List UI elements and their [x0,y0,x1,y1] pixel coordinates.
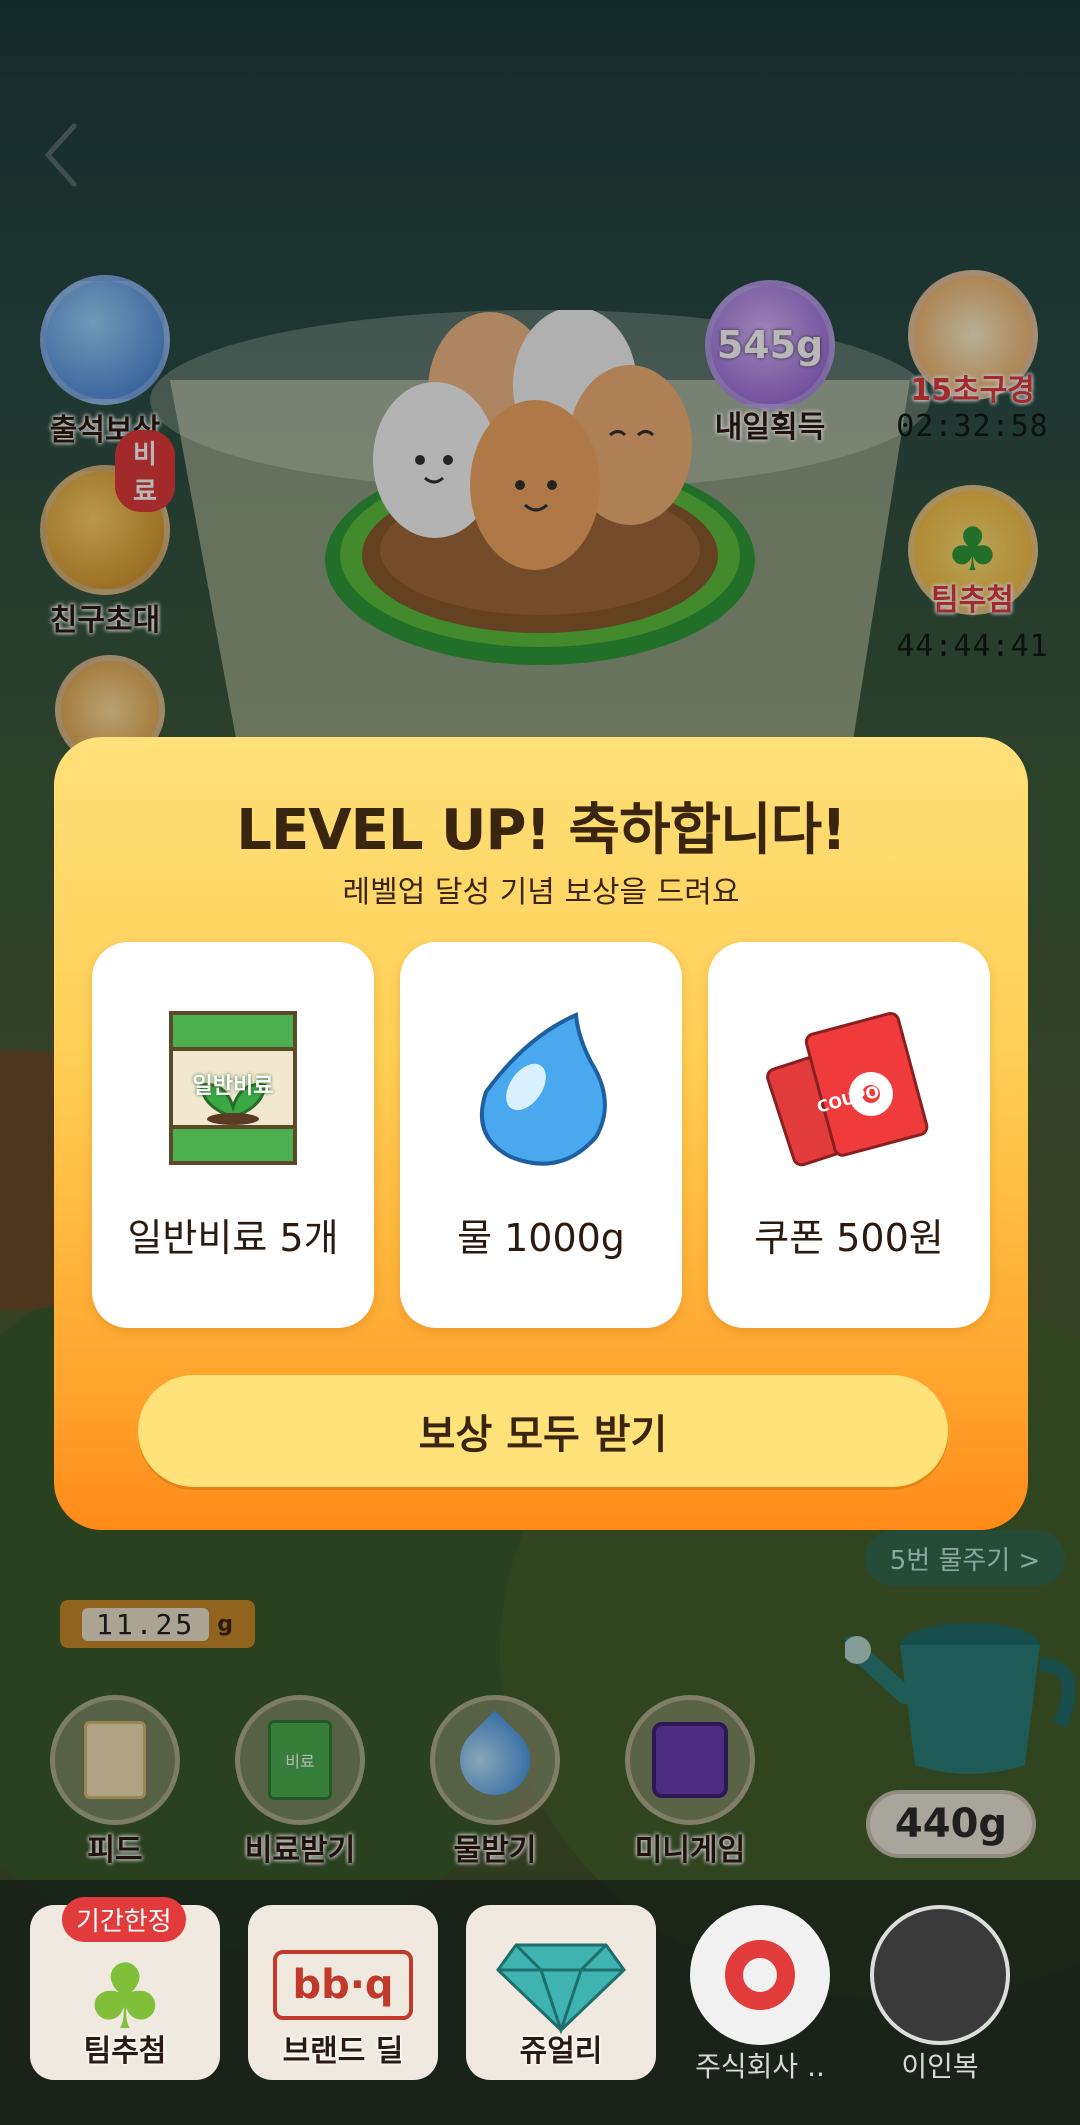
shop-company-label: 주식회사 .. [695,2050,825,2083]
coupon-icon [766,1011,929,1167]
shop-brand-deal[interactable]: bb·q 브랜드 딜 [248,1905,438,2080]
water-drop-icon [479,1012,607,1166]
diamond-icon [496,1943,626,2035]
reward-card-coupon: COUPON 쿠폰 500원 [708,942,990,1328]
bbq-logo-text: bb·q [292,1962,394,2008]
reward-card-fertilizer: 일반비료 일반비료 5개 [92,942,374,1328]
level-up-modal: LEVEL UP! 축하합니다! 레벨업 달성 기념 보상을 드려요 일반비료 … [54,737,1028,1530]
modal-subtitle: 레벨업 달성 기념 보상을 드려요 [342,875,740,910]
fertilizer-bag-text: 일반비료 [192,1074,274,1099]
clover-icon: ♣ [84,1945,166,2050]
shop-brand-deal-label: 브랜드 딜 [282,2034,404,2069]
shop-jewelry[interactable]: 쥬얼리 [466,1905,656,2080]
reward-coupon-label: 쿠폰 500원 [754,1216,944,1260]
shop-team-draw[interactable]: ♣ 기간한정 팀추첨 [30,1897,220,2080]
reward-fertilizer-label: 일반비료 5개 [127,1216,339,1260]
shop-photo-icon [870,1905,1010,2045]
shop-company[interactable]: 주식회사 .. [685,1905,835,2085]
reward-water-label: 물 1000g [457,1216,625,1260]
shop-person[interactable]: 이인복 [860,1905,1020,2085]
reward-card-water: 물 1000g [400,942,682,1328]
bbq-logo-icon: bb·q [273,1950,413,2020]
modal-title: LEVEL UP! 축하합니다! [236,798,846,863]
claim-all-rewards-button[interactable]: 보상 모두 받기 [138,1375,948,1487]
brand-logo-icon [690,1905,830,2045]
shop-person-label: 이인복 [901,2050,979,2083]
limited-time-badge: 기간한정 [62,1897,186,1942]
